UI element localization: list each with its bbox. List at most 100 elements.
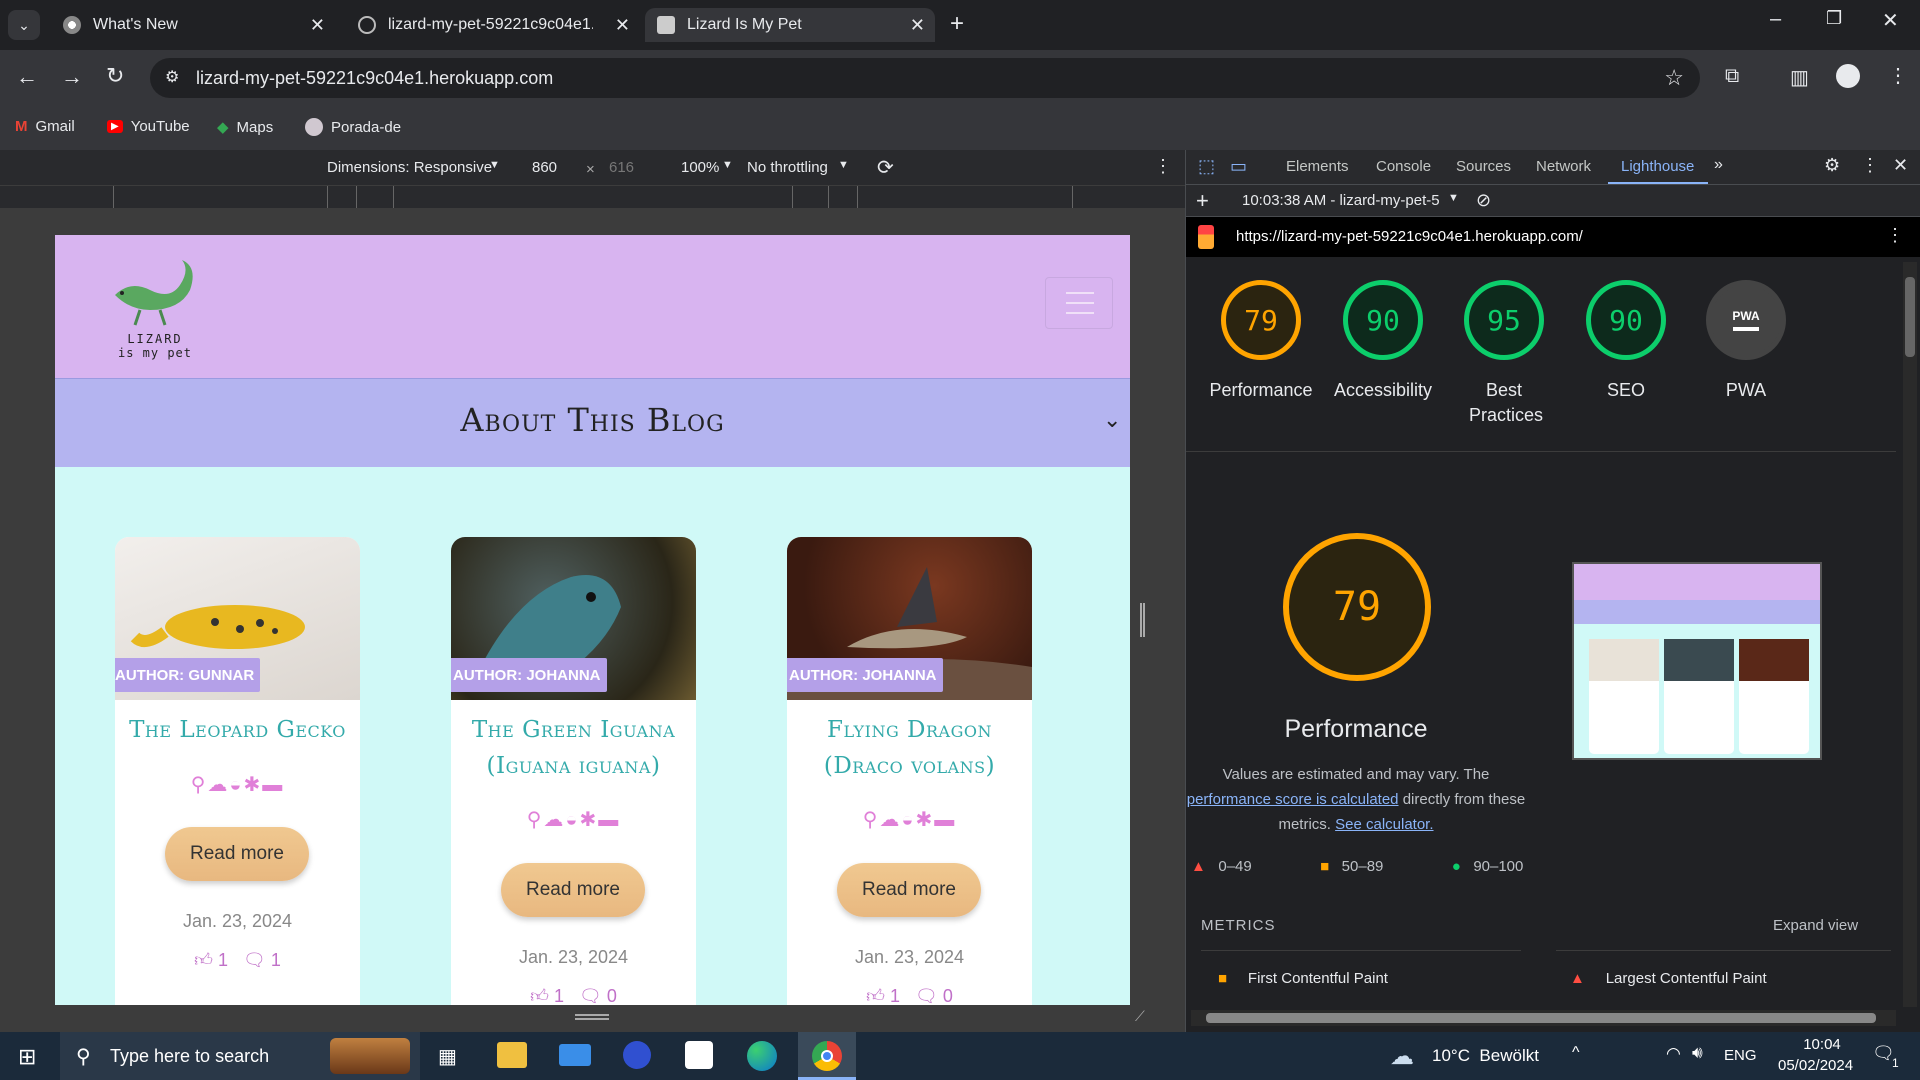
weather-text[interactable]: 10°C Bewölkt [1432, 1046, 1539, 1066]
devtools-settings-icon[interactable]: ⚙ [1824, 155, 1840, 176]
close-window-icon[interactable]: ✕ [1882, 8, 1899, 33]
score-gauge-best-practices[interactable]: 95 Best Practices [1444, 280, 1564, 428]
volume-icon[interactable]: 🔊︎ [1692, 1043, 1703, 1063]
device-toggle-icon[interactable]: ▭ [1230, 156, 1247, 177]
card-title[interactable]: Flying Dragon (Draco volans) [787, 712, 1032, 784]
about-accordion[interactable]: About This Blog ⌄ [55, 378, 1130, 467]
devtools-tab-sources[interactable]: Sources [1456, 158, 1511, 175]
tab-heroku[interactable]: lizard-my-pet-59221c9c04e1.herokuapp.com… [350, 8, 640, 42]
card-title[interactable]: The Leopard Gecko [115, 712, 360, 748]
bookmark-gmail[interactable]: M Gmail [15, 118, 75, 135]
care-icons-row: ⚲☁◒✱▬ [451, 807, 696, 832]
like-icon[interactable]: 👍︎ [194, 950, 213, 970]
tab-lizard[interactable]: Lizard Is My Pet ✕ [645, 8, 935, 42]
vertical-scrollbar[interactable] [1903, 262, 1917, 1007]
chrome-taskbar-icon[interactable] [798, 1032, 856, 1080]
report-select[interactable]: 10:03:38 AM - lizard-my-pet-5 [1242, 192, 1440, 209]
bookmark-youtube[interactable]: ▶ YouTube [107, 118, 190, 135]
resize-corner-icon[interactable]: ⟋ [1135, 1008, 1145, 1025]
care-icons-row: ⚲☁◒✱▬ [787, 807, 1032, 832]
score-gauge-seo[interactable]: 90 SEO [1566, 280, 1686, 403]
score-gauge-accessibility[interactable]: 90 Accessibility [1323, 280, 1443, 403]
read-more-button[interactable]: Read more [501, 863, 645, 917]
network-icon[interactable]: ◠ [1666, 1044, 1681, 1064]
devtools-menu-icon[interactable]: ⋮ [1861, 155, 1879, 176]
devtools-close-icon[interactable]: ✕ [1893, 155, 1908, 176]
report-menu-icon[interactable]: ⋮ [1886, 225, 1904, 246]
minimize-icon[interactable]: – [1770, 8, 1781, 31]
extensions-icon[interactable]: ⧉ [1725, 65, 1739, 88]
task-view-icon[interactable]: ▦ [438, 1044, 457, 1069]
tab-search-button[interactable]: ⌄ [8, 10, 40, 40]
score-gauge-pwa[interactable]: PWA PWA [1686, 280, 1806, 403]
close-tab-icon[interactable]: ✕ [910, 15, 925, 36]
forward-icon[interactable]: → [61, 64, 83, 90]
chevron-down-icon[interactable]: ⌄ [1103, 407, 1121, 433]
zoom-select[interactable]: 100% [681, 159, 719, 176]
devtools-tab-elements[interactable]: Elements [1286, 158, 1349, 175]
like-icon[interactable]: 👍︎ [866, 986, 885, 1005]
app-icon-blue[interactable] [623, 1041, 651, 1069]
back-icon[interactable]: ← [16, 64, 38, 90]
store-icon[interactable] [685, 1041, 713, 1069]
score-gauge-performance[interactable]: 79 Performance [1201, 280, 1321, 403]
tab-whats-new[interactable]: What's New ✕ [55, 8, 335, 42]
devtools-tab-lighthouse[interactable]: Lighthouse [1621, 158, 1694, 175]
devtools-tab-console[interactable]: Console [1376, 158, 1431, 175]
tray-chevron-icon[interactable]: ^ [1572, 1044, 1580, 1062]
side-panel-icon[interactable]: ▥ [1790, 65, 1809, 90]
mail-icon[interactable] [559, 1044, 591, 1066]
devtools-tabbar: ⬚ ▭ Elements Console Sources Network Lig… [1186, 150, 1920, 185]
browser-toolbar: ← → ↻ ⚙ lizard-my-pet-59221c9c04e1.herok… [0, 50, 1920, 108]
read-more-button[interactable]: Read more [165, 827, 309, 881]
bookmark-star-icon[interactable]: ☆ [1664, 65, 1684, 91]
restore-icon[interactable]: ❐ [1826, 8, 1842, 29]
see-calculator-link[interactable]: See calculator. [1335, 816, 1433, 833]
site-settings-icon[interactable]: ⚙ [165, 67, 179, 87]
file-explorer-icon[interactable] [497, 1042, 527, 1068]
new-tab-icon[interactable]: + [950, 10, 964, 38]
new-report-icon[interactable]: + [1196, 188, 1209, 214]
device-toolbar-menu-icon[interactable]: ⋮ [1154, 156, 1172, 177]
score-calc-link[interactable]: performance score is calculated [1187, 791, 1399, 808]
resize-handle-bottom[interactable] [575, 1014, 609, 1020]
expand-view-button[interactable]: Expand view [1773, 917, 1858, 934]
taskbar-search[interactable]: ⚲ Type here to search [60, 1032, 420, 1080]
porada-icon [305, 118, 323, 136]
bookmark-maps[interactable]: ◆ Maps [217, 118, 273, 137]
address-bar[interactable]: ⚙ lizard-my-pet-59221c9c04e1.herokuapp.c… [150, 58, 1700, 98]
height-input[interactable]: 616 [609, 159, 634, 176]
media-query-ruler[interactable] [0, 185, 1185, 208]
rotate-icon[interactable]: ⟳ [877, 155, 894, 180]
ruler-icon: ▬ [934, 809, 957, 831]
devtools-tab-network[interactable]: Network [1536, 158, 1591, 175]
browser-menu-icon[interactable]: ⋮ [1888, 63, 1908, 88]
width-input[interactable]: 860 [532, 159, 557, 176]
more-tabs-icon[interactable]: » [1714, 156, 1723, 174]
windows-start-icon[interactable]: ⊞ [18, 1044, 36, 1070]
horizontal-scrollbar[interactable] [1191, 1010, 1896, 1026]
bookmark-porada[interactable]: Porada-de [305, 118, 401, 136]
close-tab-icon[interactable]: ✕ [615, 15, 630, 36]
report-url[interactable]: https://lizard-my-pet-59221c9c04e1.herok… [1236, 228, 1583, 245]
language-indicator[interactable]: ENG [1724, 1047, 1757, 1064]
clear-reports-icon[interactable]: ⊘ [1476, 190, 1491, 211]
dimensions-select[interactable]: Dimensions: Responsive [327, 159, 492, 176]
resize-handle-right[interactable] [1140, 603, 1145, 637]
inspect-element-icon[interactable]: ⬚ [1198, 156, 1215, 177]
site-logo[interactable]: LIZARD is my pet [110, 255, 200, 365]
edge-icon[interactable] [747, 1041, 777, 1071]
hamburger-menu-button[interactable] [1045, 277, 1113, 329]
final-screenshot-thumbnail[interactable] [1572, 562, 1822, 760]
card-date: Jan. 23, 2024 [182, 911, 293, 931]
reload-icon[interactable]: ↻ [106, 63, 124, 89]
clock-time[interactable]: 10:04 [1792, 1036, 1852, 1053]
clock-date[interactable]: 05/02/2024 [1778, 1057, 1853, 1074]
close-tab-icon[interactable]: ✕ [310, 15, 325, 36]
read-more-button[interactable]: Read more [837, 863, 981, 917]
like-icon[interactable]: 👍︎ [530, 986, 549, 1005]
throttling-select[interactable]: No throttling [747, 159, 828, 176]
card-title[interactable]: The Green Iguana (Iguana iguana) [451, 712, 696, 784]
site-header: LIZARD is my pet [55, 235, 1130, 378]
profile-avatar-icon[interactable] [1836, 64, 1860, 88]
